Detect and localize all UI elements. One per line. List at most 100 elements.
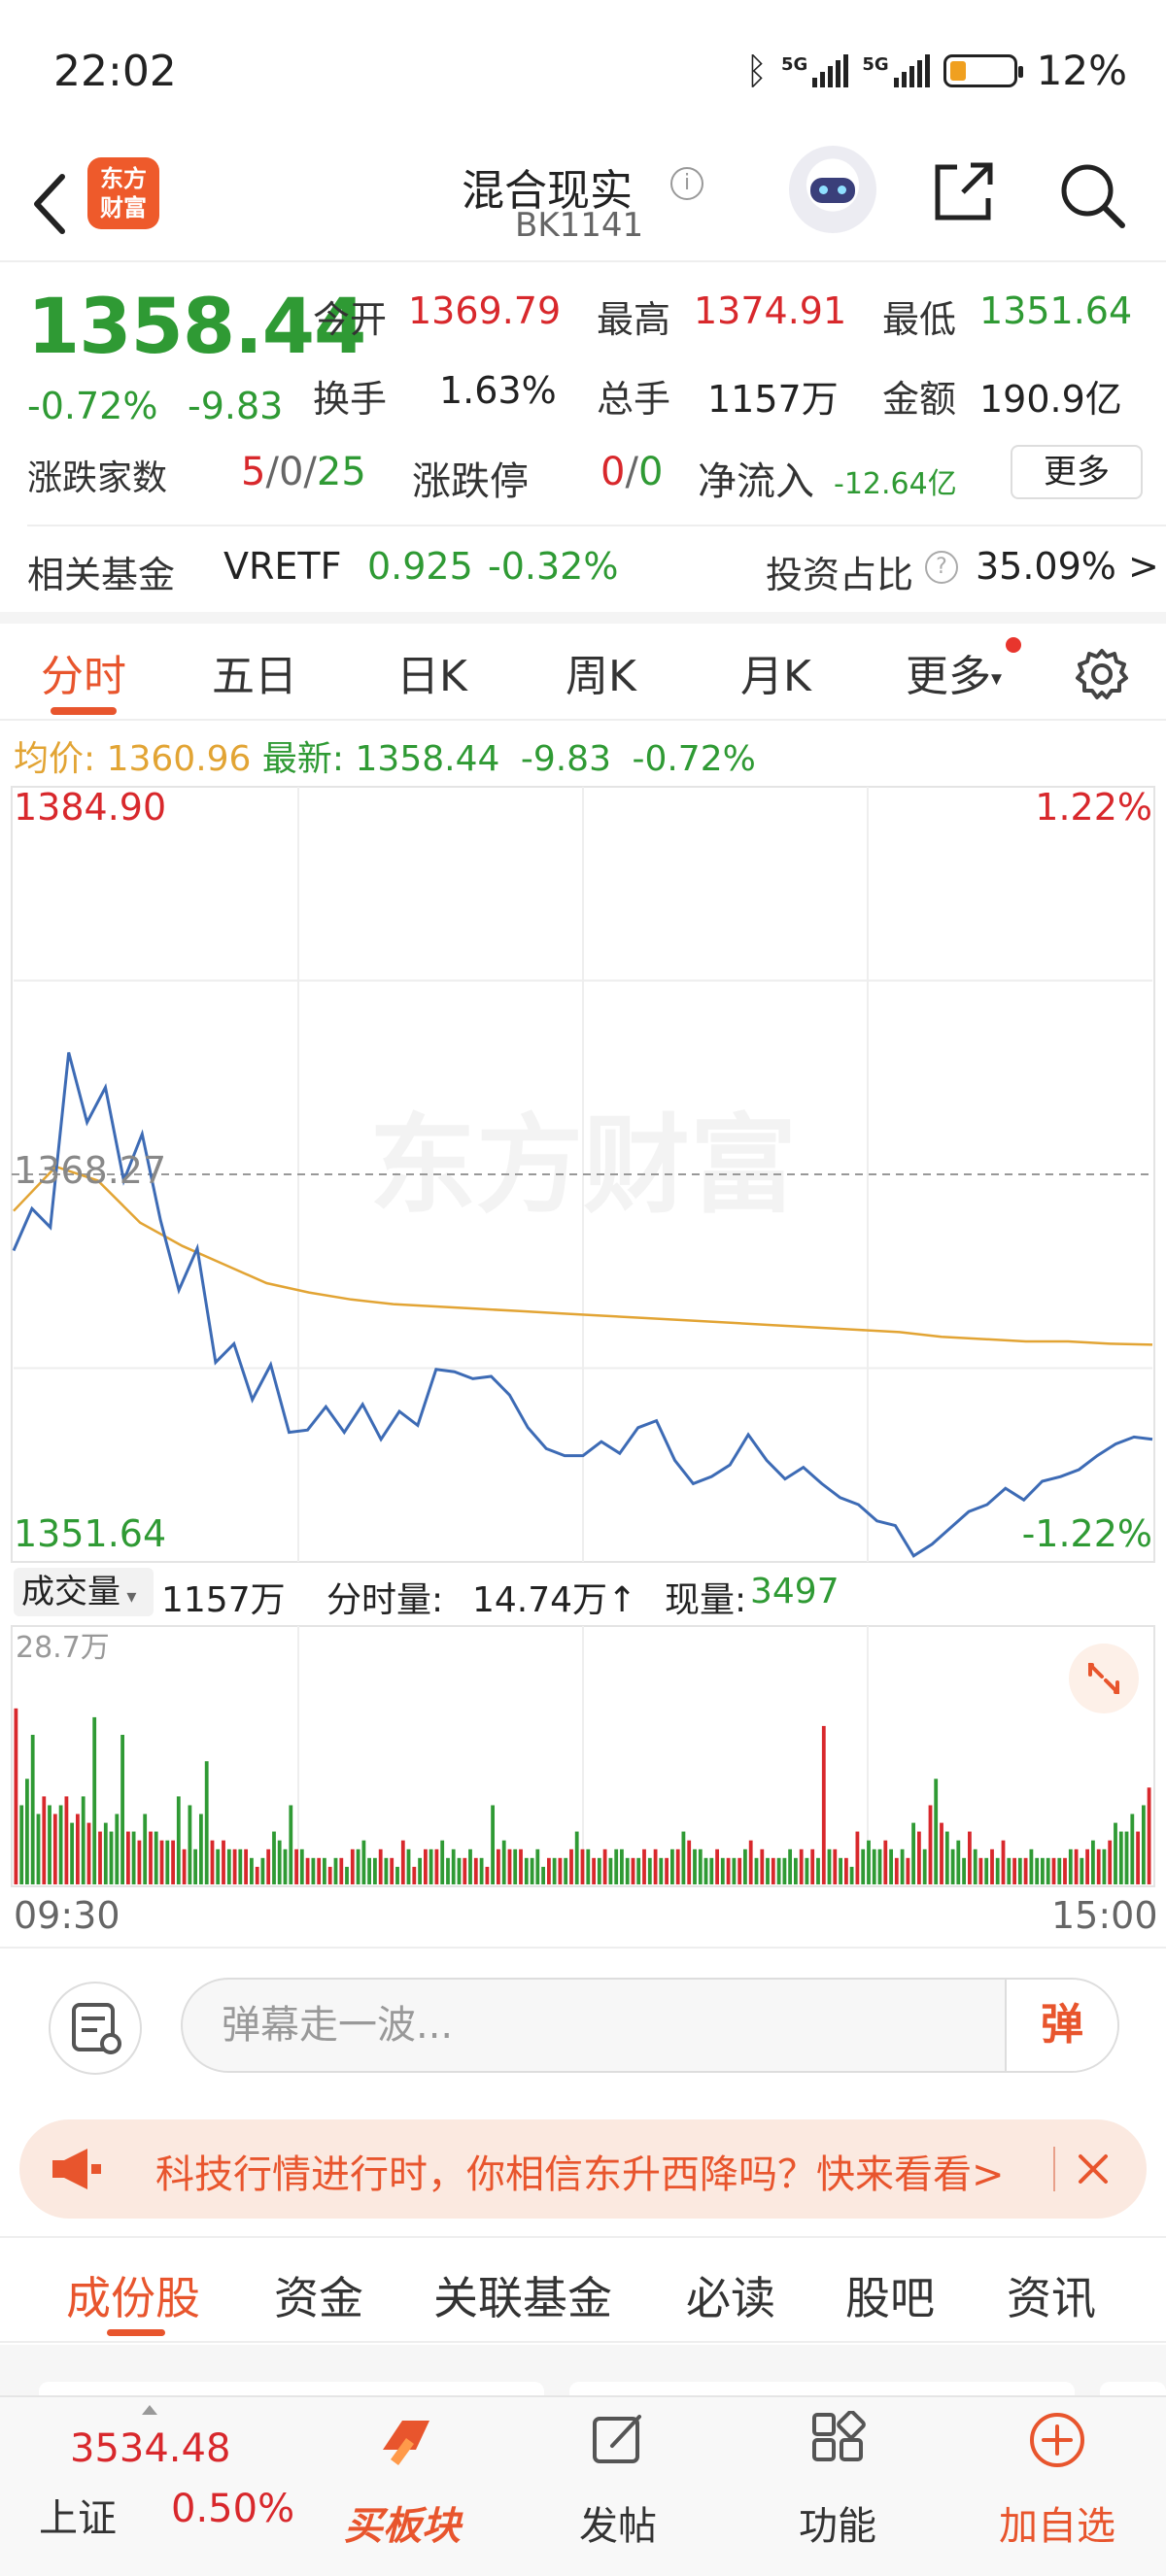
- volume-bar: [14, 1708, 18, 1884]
- battery-icon: [943, 53, 1023, 87]
- danmaku-input[interactable]: 弹幕走一波...: [181, 1978, 1119, 2073]
- volume-bar: [226, 1848, 231, 1884]
- volume-chart[interactable]: 28.7万: [0, 1624, 1166, 1888]
- intraday-price-chart[interactable]: 东方财富 1384.90 1368.27 1351.64 1.22% -1.22…: [0, 785, 1166, 1566]
- megaphone-icon: [52, 2149, 101, 2189]
- volume-bar: [149, 1831, 153, 1884]
- caret-up-icon[interactable]: [142, 2405, 157, 2415]
- volume-bar: [30, 1735, 35, 1884]
- volume-bar: [64, 1796, 69, 1884]
- question-icon[interactable]: ?: [925, 551, 958, 584]
- more-button[interactable]: 更多: [1011, 445, 1143, 499]
- volume-bar: [390, 1857, 394, 1884]
- volume-bar: [176, 1796, 181, 1884]
- volume-bar: [631, 1857, 635, 1884]
- volume-bar: [283, 1848, 288, 1884]
- volume-bar: [103, 1822, 108, 1884]
- volume-bar: [530, 1857, 534, 1884]
- tab-daily-k[interactable]: 日K: [396, 641, 467, 703]
- volume-bar: [558, 1857, 563, 1884]
- index-name[interactable]: 上证: [39, 2487, 117, 2543]
- volume-info-row: 成交量 ▾ 1157万 分时量: 14.74万↑ 现量: 3497: [0, 1566, 1166, 1624]
- danmaku-list-icon[interactable]: [49, 1982, 142, 2075]
- volume-bar: [266, 1848, 271, 1884]
- tab-five-day[interactable]: 五日: [212, 641, 297, 703]
- nav-add-watchlist[interactable]: 加自选: [979, 2397, 1135, 2576]
- volume-bar: [126, 1831, 130, 1884]
- index-percent[interactable]: 0.50%: [171, 2487, 294, 2531]
- volume-bar: [732, 1857, 737, 1884]
- volume-bar: [507, 1848, 512, 1884]
- share-icon[interactable]: [928, 157, 998, 227]
- robot-assistant-icon[interactable]: [789, 146, 876, 233]
- chart-period-tabs: 分时 五日 日K 周K 月K 更多▾: [0, 624, 1166, 721]
- volume-bar: [451, 1848, 456, 1884]
- volume-bar: [687, 1840, 692, 1884]
- volume-bar: [137, 1840, 142, 1884]
- gear-icon[interactable]: [1073, 645, 1131, 703]
- volume-bar: [131, 1831, 136, 1884]
- limit-values: 0/0: [600, 450, 664, 494]
- nav-post[interactable]: 发帖: [540, 2397, 696, 2576]
- volume-bar: [748, 1840, 753, 1884]
- volume-bar: [373, 1857, 377, 1884]
- volume-bar: [709, 1857, 714, 1884]
- volume-bar: [400, 1840, 405, 1884]
- volume-bar: [250, 1857, 254, 1884]
- tab-constituents[interactable]: 成份股: [66, 2263, 200, 2327]
- tab-forum[interactable]: 股吧: [845, 2263, 935, 2327]
- last-percent: -0.72%: [632, 739, 756, 779]
- volume-bar: [418, 1857, 422, 1884]
- related-fund-row[interactable]: 相关基金 VRETF 0.925 -0.32% 投资占比 ? 35.09% >: [0, 539, 1166, 599]
- volume-bar: [232, 1848, 237, 1884]
- volume-bar: [199, 1813, 203, 1884]
- content-preview: [0, 2345, 1166, 2401]
- tab-related-funds[interactable]: 关联基金: [433, 2263, 612, 2327]
- volume-bar: [412, 1866, 417, 1884]
- tab-must-read[interactable]: 必读: [686, 2263, 775, 2327]
- volume-bar: [928, 1805, 933, 1884]
- volume-bar: [86, 1822, 91, 1884]
- promo-banner[interactable]: 科技行情进行时，你相信东升西降吗？快来看看>: [19, 2119, 1147, 2219]
- volume-bar: [468, 1848, 472, 1884]
- close-icon[interactable]: [1069, 2145, 1117, 2193]
- content-tabs: 成份股 资金 关联基金 必读 股吧 资讯: [0, 2236, 1166, 2343]
- y-tick-top: 1384.90: [14, 786, 166, 829]
- volume-bar: [367, 1857, 371, 1884]
- volume-bar: [70, 1822, 74, 1884]
- volume-bar: [597, 1857, 601, 1884]
- volume-bar: [339, 1857, 344, 1884]
- tab-funds-flow[interactable]: 资金: [274, 2263, 363, 2327]
- index-value[interactable]: 3534.48: [70, 2426, 230, 2471]
- nav-functions[interactable]: 功能: [760, 2397, 915, 2576]
- info-icon[interactable]: i: [670, 167, 703, 200]
- tab-intraday[interactable]: 分时: [41, 641, 126, 703]
- tab-more[interactable]: 更多▾: [906, 641, 1002, 703]
- volume-bar: [182, 1848, 187, 1884]
- nav-label: 买板块: [344, 2504, 461, 2549]
- volume-bar: [42, 1796, 47, 1884]
- back-arrow-icon[interactable]: [27, 165, 76, 243]
- signal-icon: 5G: [781, 53, 849, 87]
- tab-weekly-k[interactable]: 周K: [566, 641, 636, 703]
- volume-value: 1157万: [707, 378, 839, 421]
- ratio-value[interactable]: 35.09% >: [976, 545, 1159, 588]
- volume-bar: [244, 1848, 248, 1884]
- expand-icon[interactable]: [1069, 1644, 1139, 1713]
- volume-bar: [457, 1857, 462, 1884]
- tab-news[interactable]: 资讯: [1007, 2263, 1096, 2327]
- app-logo[interactable]: 东方财富: [87, 157, 159, 229]
- volume-bar: [272, 1831, 276, 1884]
- high-label: 最高: [597, 298, 671, 341]
- indicator-select[interactable]: 成交量 ▾: [14, 1568, 154, 1616]
- danmaku-send-button[interactable]: 弹: [1005, 1980, 1117, 2071]
- volume-bar: [48, 1805, 51, 1884]
- open-label: 今开: [313, 298, 388, 341]
- tab-monthly-k[interactable]: 月K: [740, 641, 811, 703]
- breadth-label: 涨跌家数: [27, 458, 168, 498]
- nav-buy-sector[interactable]: 买板块: [325, 2397, 480, 2576]
- volume-bar: [513, 1848, 518, 1884]
- volume-bar: [906, 1857, 910, 1884]
- volume-bar: [1080, 1857, 1084, 1884]
- search-icon[interactable]: [1054, 157, 1128, 231]
